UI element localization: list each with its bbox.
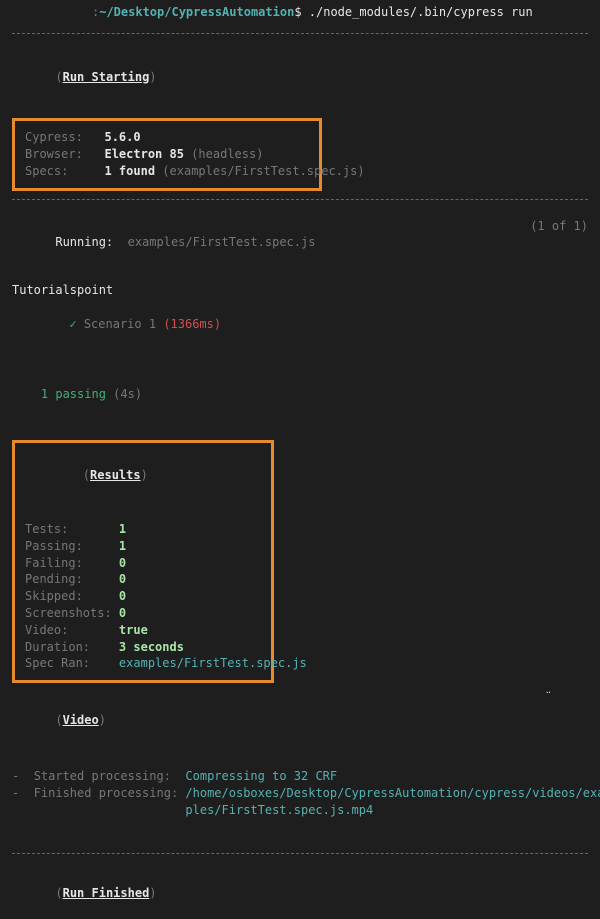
compress-value: Compressing to 32 CRF [185,769,337,783]
results-box-inner: (Results) Tests: 1Passing: 1Failing: 0Pe… [15,443,271,681]
dollar-sign: $ [294,5,301,19]
running-line: Running: examples/FirstTest.spec.js (1 o… [12,218,588,268]
passing-time: (4s) [113,387,142,401]
hr-top [12,33,588,34]
results-row: Passing: 1 [25,538,261,555]
env-row: Cypress: 5.6.0 [25,129,309,146]
video-processing: - Started processing: Compressing to 32 … [12,752,588,836]
results-box: (Results) Tests: 1Passing: 1Failing: 0Pe… [12,440,274,684]
shell-prompt-line: :~/Desktop/CypressAutomation$ ./node_mod… [12,4,588,21]
env-row: Specs: 1 found (examples/FirstTest.spec.… [25,163,309,180]
video-path-1: /home/osboxes/Desktop/CypressAutomation/… [185,786,600,800]
section-run-finished: (Run Finished) [12,868,588,918]
command-text[interactable]: ./node_modules/.bin/cypress run [309,5,533,19]
env-row: Browser: Electron 85 (headless) [25,146,309,163]
results-label: Results [90,468,141,482]
terminal: :~/Desktop/CypressAutomation$ ./node_mod… [0,0,600,919]
results-row: Skipped: 0 [25,588,261,605]
suite-name: Tutorialspoint [12,282,588,299]
hr-before-finished [12,853,588,854]
video-path-2: ples/FirstTest.spec.js.mp4 [185,803,373,817]
env-box-inner: Cypress: 5.6.0Browser: Electron 85 (head… [15,121,319,187]
results-row: Duration: 3 seconds [25,639,261,656]
section-run-starting: (Run Starting) [12,52,588,102]
test-timing: (1366ms) [163,317,221,331]
run-starting-label: Run Starting [63,70,150,84]
summary-line: 1 passing (4s) [12,369,588,419]
results-row: Tests: 1 [25,521,261,538]
results-row: Screenshots: 0 [25,605,261,622]
check-icon: ✓ [69,317,76,331]
test-name: Scenario 1 [84,317,156,331]
cwd: ~/Desktop/CypressAutomation [99,5,294,19]
results-row: Failing: 0 [25,555,261,572]
results-row: Video: true [25,622,261,639]
results-row: Pending: 0 [25,571,261,588]
run-finished-label: Run Finished [63,886,150,900]
env-box: Cypress: 5.6.0Browser: Electron 85 (head… [12,118,322,190]
passing-count: 1 passing [41,387,106,401]
suite-block: Tutorialspoint ✓ Scenario 1 (1366ms) [12,282,588,349]
running-label: Running: [55,235,113,249]
running-counter: (1 of 1) [530,218,588,268]
section-video: (Video) ¨ - Started processing: Compress… [12,695,588,835]
video-label: Video [63,713,99,727]
caret-icon: ¨ [545,689,552,706]
running-file: examples/FirstTest.spec.js [128,235,316,249]
hr-after-env [12,199,588,200]
results-row: Spec Ran: examples/FirstTest.spec.js [25,655,261,672]
